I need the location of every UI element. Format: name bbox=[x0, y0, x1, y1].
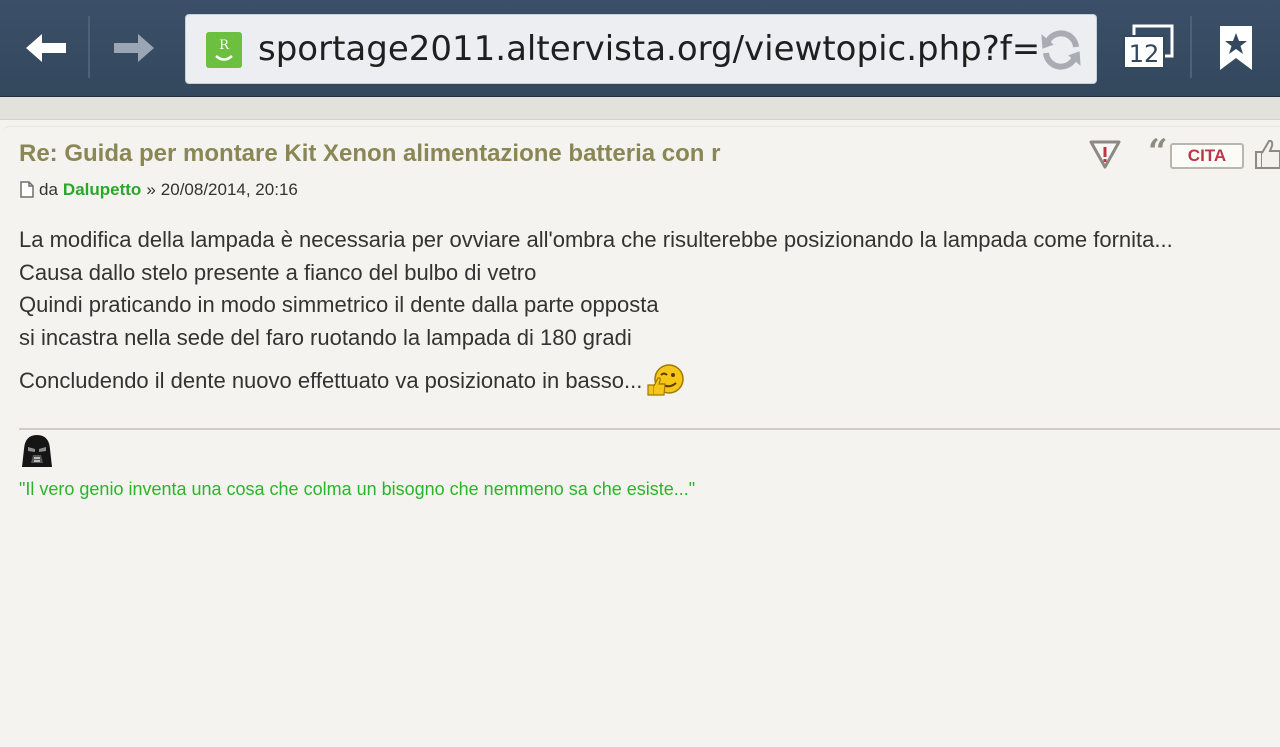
toolbar-shadow-bar bbox=[0, 97, 1280, 120]
meta-separator: » bbox=[146, 180, 156, 199]
toolbar-divider bbox=[88, 16, 90, 78]
quote-button[interactable]: “ CITA bbox=[1148, 132, 1244, 172]
warning-icon bbox=[1089, 140, 1121, 169]
like-button[interactable] bbox=[1252, 136, 1280, 172]
body-line: Quindi praticando in modo simmetrico il … bbox=[19, 292, 659, 317]
back-button[interactable] bbox=[6, 18, 86, 78]
post-icon bbox=[20, 181, 34, 198]
back-arrow-icon bbox=[26, 34, 66, 62]
thumbs-up-smiley-icon bbox=[647, 364, 685, 396]
tabs-icon: 12 bbox=[1123, 24, 1174, 69]
signature-quote: "Il vero genio inventa una cosa che colm… bbox=[19, 479, 696, 499]
quote-mark-icon: “ bbox=[1148, 132, 1168, 172]
forward-button[interactable] bbox=[94, 18, 174, 78]
post-body: La modifica della lampada è necessaria p… bbox=[19, 224, 1173, 397]
report-button[interactable] bbox=[1088, 138, 1122, 170]
author-link[interactable]: Dalupetto bbox=[63, 180, 141, 200]
thumbs-up-icon bbox=[1255, 139, 1280, 169]
body-line: La modifica della lampada è necessaria p… bbox=[19, 227, 1173, 252]
favicon-letter: R bbox=[219, 38, 230, 53]
body-line: si incastra nella sede del faro ruotando… bbox=[19, 324, 632, 350]
bookmark-button[interactable] bbox=[1202, 18, 1270, 78]
forward-arrow-icon bbox=[114, 34, 154, 62]
meta-prefix: da bbox=[39, 180, 58, 199]
tabs-button[interactable]: 12 bbox=[1116, 18, 1180, 78]
url-text[interactable]: sportage2011.altervista.org/viewtopic.ph… bbox=[258, 25, 1038, 73]
quote-button-label: CITA bbox=[1170, 143, 1244, 169]
signature-divider bbox=[19, 428, 1280, 430]
post-datetime: 20/08/2014, 20:16 bbox=[160, 180, 298, 199]
signature-avatar bbox=[19, 433, 55, 471]
site-favicon: R bbox=[206, 32, 242, 68]
tab-count: 12 bbox=[1129, 40, 1160, 68]
bookmark-star-icon bbox=[1220, 26, 1252, 70]
body-line: Concludendo il dente nuovo effettuato va… bbox=[19, 367, 643, 393]
address-bar[interactable]: R sportage2011.altervista.org/viewtopic.… bbox=[185, 14, 1097, 84]
toolbar-divider bbox=[1190, 16, 1192, 78]
post-title[interactable]: Re: Guida per montare Kit Xenon alimenta… bbox=[19, 140, 720, 168]
body-line: Causa dallo stelo presente a fianco del … bbox=[19, 259, 537, 285]
darth-vader-icon bbox=[22, 435, 52, 467]
reload-button[interactable] bbox=[1038, 27, 1084, 73]
reload-icon bbox=[1041, 30, 1081, 70]
browser-toolbar: R sportage2011.altervista.org/viewtopic.… bbox=[0, 0, 1280, 97]
post-meta: da Dalupetto » 20/08/2014, 20:16 bbox=[19, 180, 298, 200]
post-card bbox=[2, 126, 1280, 747]
